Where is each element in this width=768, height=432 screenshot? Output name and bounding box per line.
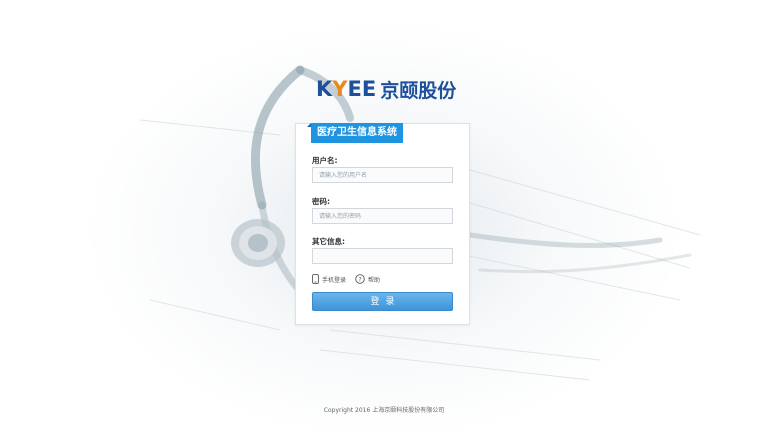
help-label: 帮助 bbox=[368, 276, 381, 284]
login-button[interactable]: 登录 bbox=[312, 292, 453, 311]
mobile-login-label: 手机登录 bbox=[322, 276, 347, 284]
login-panel: 医疗卫生信息系统 用户名: 密码: 其它信息: 手机登录 ? 帮助 登录 bbox=[295, 123, 470, 325]
svg-text:?: ? bbox=[358, 275, 361, 283]
password-label: 密码: bbox=[312, 197, 330, 206]
company-name: 京颐股份 bbox=[380, 79, 457, 102]
other-info-input[interactable] bbox=[312, 248, 453, 264]
username-input[interactable] bbox=[312, 167, 453, 183]
help-link[interactable]: ? 帮助 bbox=[355, 274, 380, 284]
system-title: 医疗卫生信息系统 bbox=[307, 123, 403, 143]
question-circle-icon: ? bbox=[355, 274, 365, 284]
mobile-phone-icon bbox=[312, 274, 319, 284]
username-label: 用户名: bbox=[312, 156, 338, 165]
copyright-footer: Copyright 2016 上海京颐科技股份有限公司 bbox=[323, 407, 445, 414]
password-input[interactable] bbox=[312, 208, 453, 224]
other-info-label: 其它信息: bbox=[312, 237, 345, 246]
mobile-login-link[interactable]: 手机登录 bbox=[312, 274, 346, 284]
company-logo: KYEE 京颐股份 bbox=[316, 76, 456, 102]
kyee-wordmark: KYEE bbox=[316, 77, 377, 101]
